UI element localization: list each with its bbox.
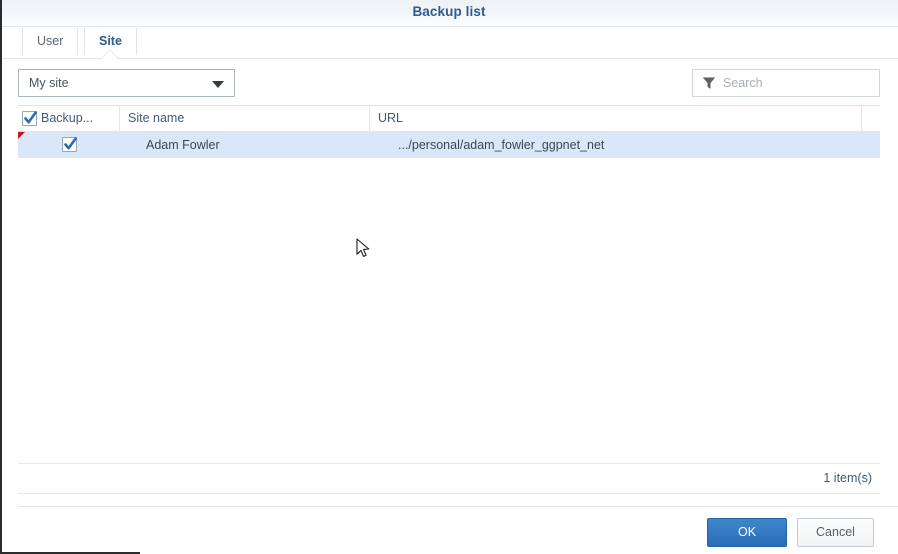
table-row[interactable]: Adam Fowler .../personal/adam_fowler_ggp… (18, 132, 880, 158)
status-bar: 1 item(s) (18, 464, 880, 493)
cell-site-name: Adam Fowler (146, 138, 220, 152)
column-header-site-name[interactable]: Site name (120, 106, 370, 131)
grid-header-row: Backup... Site name URL (18, 106, 880, 132)
tab-user[interactable]: User (22, 28, 79, 55)
checkmark-icon (63, 137, 77, 150)
site-select-value: My site (29, 76, 69, 90)
column-header-spacer (862, 106, 880, 131)
backup-list-dialog: Backup list User Site My site Search Bac… (0, 0, 898, 554)
grid-body: Adam Fowler .../personal/adam_fowler_ggp… (18, 132, 880, 158)
filter-funnel-icon (703, 77, 715, 89)
select-all-checkbox[interactable] (22, 111, 37, 126)
column-header-backup[interactable]: Backup... (18, 106, 120, 131)
dialog-button-bar: OK Cancel (0, 507, 898, 554)
chevron-down-icon (212, 81, 224, 88)
footer-divider-middle (18, 493, 880, 494)
ok-button[interactable]: OK (707, 518, 787, 547)
cancel-button[interactable]: Cancel (797, 518, 874, 547)
column-header-url[interactable]: URL (370, 106, 862, 131)
checkmark-icon (24, 111, 37, 124)
dialog-title: Backup list (412, 4, 486, 19)
item-count-label: 1 item(s) (823, 471, 872, 485)
search-placeholder: Search (723, 76, 763, 90)
row-select-checkbox[interactable] (61, 137, 77, 152)
column-header-backup-label: Backup... (41, 111, 94, 125)
active-tab-caret (102, 50, 118, 59)
site-select-dropdown[interactable]: My site (18, 69, 235, 97)
search-input[interactable]: Search (692, 69, 880, 97)
dialog-titlebar: Backup list (0, 0, 898, 27)
window-edge-left (0, 0, 2, 554)
row-checkbox-cell (18, 132, 120, 158)
tab-strip: User Site (0, 28, 898, 58)
cell-url: .../personal/adam_fowler_ggpnet_net (398, 138, 605, 152)
backup-list-grid: Backup... Site name URL Adam Fowler .../… (18, 105, 880, 460)
toolbar: My site Search (0, 62, 898, 104)
tab-separator (0, 58, 898, 59)
